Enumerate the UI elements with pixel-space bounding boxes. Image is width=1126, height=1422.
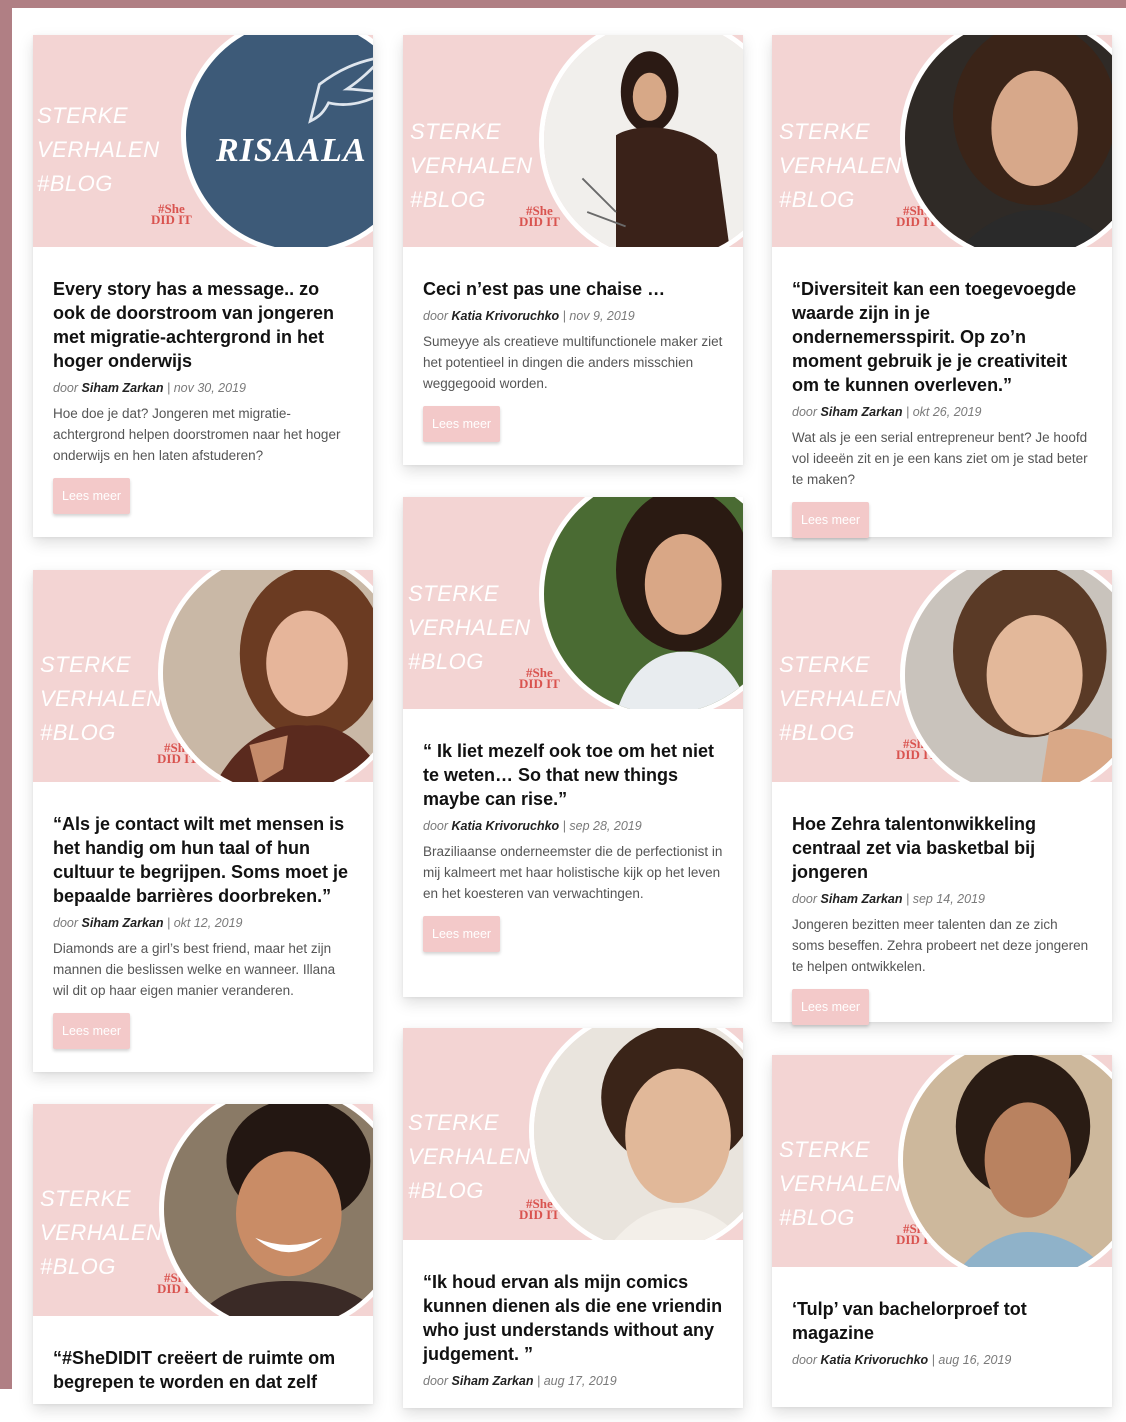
banner-label: STERKE VERHALEN #BLOG xyxy=(779,119,902,212)
banner-label: STERKE VERHALEN #BLOG xyxy=(40,1186,163,1279)
blog-card: STERKE VERHALEN #BLOG #She DID IT RISAALA E… xyxy=(33,35,373,537)
blog-card: STERKE VERHALEN #BLOG #She DID IT Ceci n’es… xyxy=(403,35,743,465)
card-image xyxy=(900,570,1112,782)
card-banner[interactable]: STERKE VERHALEN #BLOG #She DID IT xyxy=(772,1055,1112,1267)
card-meta: door Siham Zarkan | okt 12, 2019 xyxy=(53,916,243,930)
portrait-image xyxy=(544,35,743,247)
read-more-button[interactable]: Lees meer xyxy=(792,989,870,1025)
card-title[interactable]: “#SheDIDIT creëert de ruimte om begrepen… xyxy=(53,1346,353,1394)
card-meta: door Siham Zarkan | sep 14, 2019 xyxy=(792,892,985,906)
card-excerpt: Braziliaanse onderneemster die de perfec… xyxy=(423,844,723,901)
card-excerpt: Wat als je een serial entrepreneur bent?… xyxy=(792,430,1088,487)
page-frame-top xyxy=(0,0,1126,8)
card-excerpt: Jongeren bezitten meer talenten dan ze z… xyxy=(792,917,1089,974)
card-title[interactable]: “Ik houd ervan als mijn comics kunnen di… xyxy=(423,1270,723,1366)
card-excerpt: Diamonds are a girl’s best friend, maar … xyxy=(53,941,336,998)
card-meta: door Katia Krivoruchko | nov 9, 2019 xyxy=(423,309,635,323)
card-image xyxy=(159,1104,373,1316)
banner-label: STERKE VERHALEN #BLOG xyxy=(408,1110,531,1203)
banner-label: STERKE VERHALEN #BLOG xyxy=(779,1137,902,1230)
card-banner[interactable]: STERKE VERHALEN #BLOG #She DID IT xyxy=(33,570,373,782)
blog-card: STERKE VERHALEN #BLOG #She DID IT “Diversit… xyxy=(772,35,1112,538)
card-title[interactable]: “Diversiteit kan een toegevoegde waarde … xyxy=(792,277,1092,397)
shedidit-logo: #She DID IT xyxy=(519,203,560,229)
shedidit-logo: #She DID IT xyxy=(151,201,192,227)
author-link[interactable]: Katia Krivoruchko xyxy=(821,1353,929,1367)
card-image xyxy=(900,35,1112,247)
card-banner[interactable]: STERKE VERHALEN #BLOG #She DID IT xyxy=(403,35,743,247)
author-link[interactable]: Siham Zarkan xyxy=(821,405,903,419)
portrait-image xyxy=(905,35,1112,247)
portrait-image xyxy=(903,1055,1112,1267)
card-meta: door Katia Krivoruchko | sep 28, 2019 xyxy=(423,819,642,833)
blog-card: STERKE VERHALEN #BLOG #She DID IT “Als je c… xyxy=(33,570,373,1072)
author-link[interactable]: Siham Zarkan xyxy=(82,916,164,930)
read-more-button[interactable]: Lees meer xyxy=(53,1013,131,1049)
card-image: RISAALA xyxy=(181,35,373,247)
read-more-button[interactable]: Lees meer xyxy=(423,916,501,952)
author-link[interactable]: Siham Zarkan xyxy=(82,381,164,395)
card-meta: door Siham Zarkan | okt 26, 2019 xyxy=(792,405,982,419)
read-more-button[interactable]: Lees meer xyxy=(53,478,131,514)
shedidit-logo: #She DID IT xyxy=(519,665,560,691)
risaala-wordmark: RISAALA xyxy=(216,132,367,169)
author-link[interactable]: Katia Krivoruchko xyxy=(452,309,560,323)
card-title[interactable]: “ Ik liet mezelf ook toe om het niet te … xyxy=(423,739,723,811)
card-banner[interactable]: STERKE VERHALEN #BLOG #She DID IT RISAALA xyxy=(33,35,373,247)
author-link[interactable]: Siham Zarkan xyxy=(452,1374,534,1388)
card-title[interactable]: Ceci n’est pas une chaise … xyxy=(423,277,723,301)
banner-label: STERKE VERHALEN #BLOG xyxy=(408,581,531,674)
card-banner[interactable]: STERKE VERHALEN #BLOG #She DID IT xyxy=(772,35,1112,247)
banner-label: STERKE VERHALEN #BLOG xyxy=(40,652,163,745)
card-meta: door Siham Zarkan | nov 30, 2019 xyxy=(53,381,246,395)
card-meta: door Siham Zarkan | aug 17, 2019 xyxy=(423,1374,617,1388)
card-banner[interactable]: STERKE VERHALEN #BLOG #She DID IT xyxy=(772,570,1112,782)
blog-card: STERKE VERHALEN #BLOG #She DID IT “#SheDIDI… xyxy=(33,1104,373,1404)
card-title[interactable]: ‘Tulp’ van bachelorproef tot magazine xyxy=(792,1297,1092,1345)
card-banner[interactable]: STERKE VERHALEN #BLOG #She DID IT xyxy=(403,1028,743,1240)
card-excerpt: Hoe doe je dat? Jongeren met migratie-ac… xyxy=(53,406,341,463)
portrait-image xyxy=(163,570,373,782)
card-image xyxy=(529,1028,743,1240)
blog-card: STERKE VERHALEN #BLOG #She DID IT Hoe Zehra… xyxy=(772,570,1112,1025)
card-title[interactable]: “Als je contact wilt met mensen is het h… xyxy=(53,812,353,908)
blog-card: STERKE VERHALEN #BLOG #She DID IT ‘Tulp’ va… xyxy=(772,1055,1112,1407)
author-link[interactable]: Siham Zarkan xyxy=(821,892,903,906)
card-title[interactable]: Hoe Zehra talentonwikkeling centraal zet… xyxy=(792,812,1092,884)
card-image xyxy=(539,35,743,247)
card-excerpt: Sumeyye als creatieve multifunctionele m… xyxy=(423,334,723,391)
banner-label: STERKE VERHALEN #BLOG xyxy=(779,652,902,745)
read-more-button[interactable]: Lees meer xyxy=(423,406,501,442)
page-frame-left xyxy=(0,0,12,1389)
author-link[interactable]: Katia Krivoruchko xyxy=(452,819,560,833)
portrait-image xyxy=(534,1028,743,1240)
card-image xyxy=(158,570,373,782)
card-image xyxy=(898,1055,1112,1267)
card-banner[interactable]: STERKE VERHALEN #BLOG #She DID IT xyxy=(403,497,743,709)
blog-card: STERKE VERHALEN #BLOG #She DID IT “Ik houd … xyxy=(403,1028,743,1408)
read-more-button[interactable]: Lees meer xyxy=(792,502,870,538)
banner-label: STERKE VERHALEN #BLOG xyxy=(37,103,160,196)
blog-card: STERKE VERHALEN #BLOG #She DID IT “ Ik liet… xyxy=(403,497,743,997)
card-meta: door Katia Krivoruchko | aug 16, 2019 xyxy=(792,1353,1012,1367)
portrait-image xyxy=(544,497,743,709)
banner-label: STERKE VERHALEN #BLOG xyxy=(410,119,533,212)
portrait-image xyxy=(164,1104,373,1316)
portrait-image xyxy=(905,570,1112,782)
card-title[interactable]: Every story has a message.. zo ook de do… xyxy=(53,277,353,373)
card-banner[interactable]: STERKE VERHALEN #BLOG #She DID IT xyxy=(33,1104,373,1316)
card-image xyxy=(539,497,743,709)
